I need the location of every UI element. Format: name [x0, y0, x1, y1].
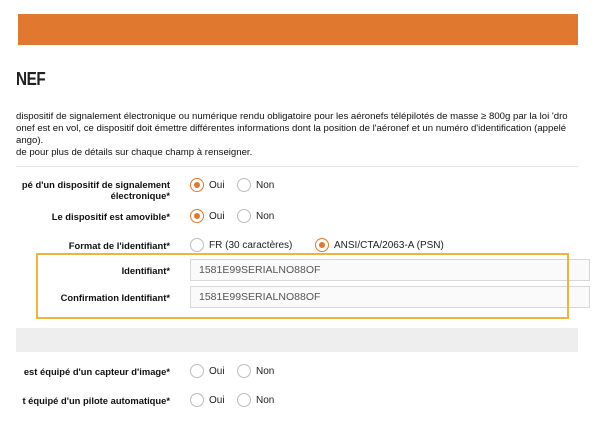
radio-empty-icon — [190, 393, 204, 407]
radio-autopilot-oui[interactable]: Oui — [190, 393, 225, 407]
intro-line: onef est en vol, ce dispositif doit émet… — [16, 123, 567, 134]
image-sensor-label: est équipé d'un capteur d'image* — [23, 366, 170, 377]
radio-selected-icon — [190, 178, 204, 192]
row-autopilot: t équipé d'un pilote automatique* Oui No… — [0, 392, 614, 410]
autopilot-label: t équipé d'un pilote automatique* — [22, 395, 170, 406]
radio-image-sensor-non[interactable]: Non — [237, 364, 274, 378]
row-image-sensor: est équipé d'un capteur d'image* Oui Non — [0, 363, 614, 381]
radio-removable-non[interactable]: Non — [237, 209, 274, 223]
header-bar — [18, 14, 578, 45]
intro-text: dispositif de signalement électronique o… — [16, 111, 606, 159]
radio-autopilot-non[interactable]: Non — [237, 393, 274, 407]
page-title: NEF — [16, 69, 46, 89]
section-separator — [16, 328, 578, 352]
removable-label: Le dispositif est amovible* — [51, 211, 170, 222]
radio-format-ansi[interactable]: ANSI/CTA/2063-A (PSN) — [315, 238, 444, 252]
radio-image-sensor-oui[interactable]: Oui — [190, 364, 225, 378]
radio-empty-icon — [237, 393, 251, 407]
radio-equipped-signal-non[interactable]: Non — [237, 178, 274, 192]
row-equipped-signal: pé d'un dispositif de signalement électr… — [0, 177, 614, 203]
identifier-highlight-box — [36, 253, 569, 319]
radio-selected-icon — [315, 238, 329, 252]
radio-format-fr[interactable]: FR (30 caractères) — [190, 238, 292, 252]
id-format-label: Format de l'identifiant* — [68, 240, 170, 251]
radio-empty-icon — [190, 364, 204, 378]
radio-equipped-signal-oui[interactable]: Oui — [190, 178, 225, 192]
radio-removable-oui[interactable]: Oui — [190, 209, 225, 223]
equipped-signal-label: pé d'un dispositif de signalement électr… — [21, 179, 170, 201]
radio-empty-icon — [190, 238, 204, 252]
row-removable: Le dispositif est amovible* Oui Non — [0, 208, 614, 226]
intro-line: dispositif de signalement électronique o… — [16, 111, 568, 122]
intro-line: ango). — [16, 135, 44, 146]
radio-empty-icon — [237, 364, 251, 378]
intro-line: de pour plus de détails sur chaque champ… — [16, 147, 253, 158]
divider — [16, 166, 578, 167]
radio-empty-icon — [237, 209, 251, 223]
radio-empty-icon — [237, 178, 251, 192]
radio-selected-icon — [190, 209, 204, 223]
